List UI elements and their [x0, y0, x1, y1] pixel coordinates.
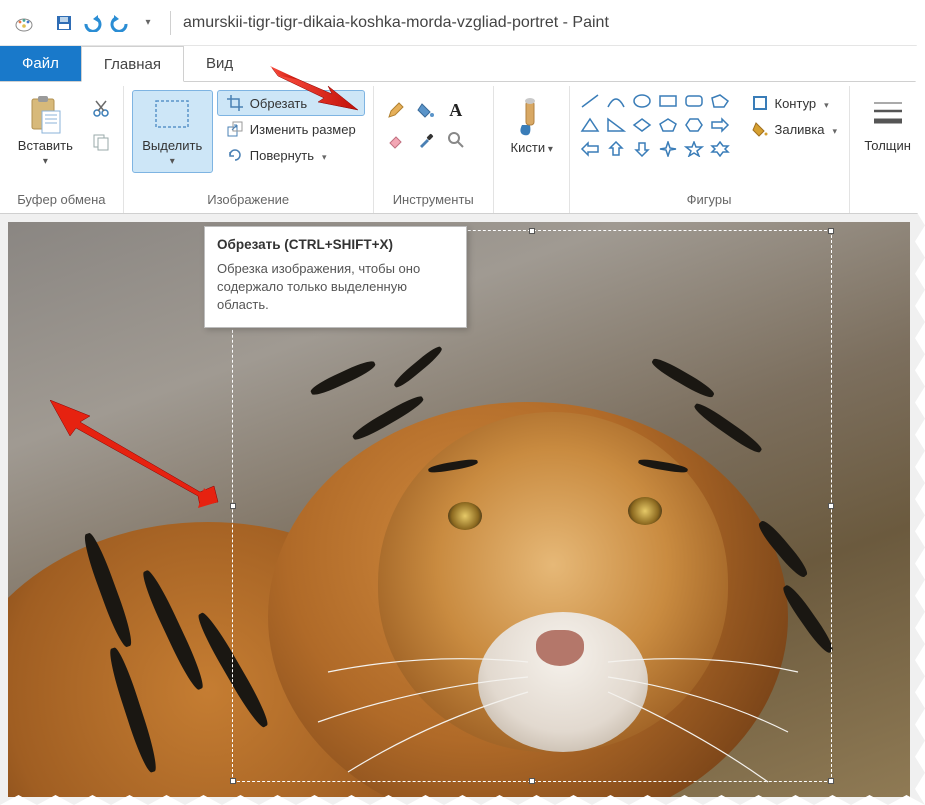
- fill-icon[interactable]: [412, 96, 440, 124]
- cut-icon[interactable]: [87, 94, 115, 122]
- brushes-group-label: [502, 190, 561, 211]
- shape-pentagon-icon[interactable]: [656, 114, 680, 136]
- shape-rtriangle-icon[interactable]: [604, 114, 628, 136]
- undo-icon[interactable]: [82, 13, 102, 33]
- selection-handle[interactable]: [230, 778, 236, 784]
- shape-polygon-icon[interactable]: [708, 90, 732, 112]
- text-icon[interactable]: A: [442, 96, 470, 124]
- fillshape-icon: [751, 120, 769, 138]
- image-group-label: Изображение: [132, 190, 365, 211]
- selection-handle[interactable]: [828, 503, 834, 509]
- shape-arrowd-icon[interactable]: [630, 138, 654, 160]
- paste-label: Вставить: [15, 139, 76, 168]
- shape-line-icon[interactable]: [578, 90, 602, 112]
- tooltip: Обрезать (CTRL+SHIFT+X) Обрезка изображе…: [204, 226, 467, 328]
- selection-handle[interactable]: [529, 228, 535, 234]
- shape-star4-icon[interactable]: [656, 138, 680, 160]
- group-brushes: Кисти: [494, 86, 570, 213]
- divider: [170, 11, 171, 35]
- shape-star5-icon[interactable]: [682, 138, 706, 160]
- rotate-button[interactable]: Повернуть: [217, 142, 365, 168]
- shape-rect-icon[interactable]: [656, 90, 680, 112]
- eraser-icon[interactable]: [382, 126, 410, 154]
- shapes-gallery[interactable]: [578, 90, 732, 160]
- title-bar: ▾ amurskii-tigr-tigr-dikaia-koshka-morda…: [0, 0, 925, 46]
- save-icon[interactable]: [54, 13, 74, 33]
- qat-customize-icon[interactable]: ▾: [138, 13, 158, 33]
- rotate-icon: [226, 146, 244, 164]
- shape-diamond-icon[interactable]: [630, 114, 654, 136]
- select-button[interactable]: Выделить: [132, 90, 213, 173]
- shapes-group-label: Фигуры: [578, 190, 841, 211]
- select-label: Выделить: [139, 139, 206, 168]
- tab-file[interactable]: Файл: [0, 46, 81, 81]
- outline-button[interactable]: Контур: [742, 90, 847, 116]
- paste-button[interactable]: Вставить: [8, 90, 83, 173]
- thickness-button[interactable]: Толщин: [858, 90, 918, 158]
- shape-oval-icon[interactable]: [630, 90, 654, 112]
- selection-handle[interactable]: [529, 778, 535, 784]
- copy-icon[interactable]: [87, 128, 115, 156]
- tooltip-title: Обрезать (CTRL+SHIFT+X): [217, 237, 454, 252]
- group-shapes: Контур Заливка Фигуры: [570, 86, 850, 213]
- annotation-arrow-selection: [50, 400, 220, 510]
- selection-handle[interactable]: [828, 778, 834, 784]
- picker-icon[interactable]: [412, 126, 440, 154]
- group-thickness: Толщин: [850, 86, 925, 213]
- ribbon: Вставить Буфер обмена Выделить Обрезать: [0, 82, 925, 214]
- shape-roundrect-icon[interactable]: [682, 90, 706, 112]
- shape-hexagon-icon[interactable]: [682, 114, 706, 136]
- outline-icon: [751, 94, 769, 112]
- selection-handle[interactable]: [230, 503, 236, 509]
- magnifier-icon[interactable]: [442, 126, 470, 154]
- brushes-button[interactable]: Кисти: [502, 90, 562, 160]
- shape-arrowl-icon[interactable]: [578, 138, 602, 160]
- fill-button[interactable]: Заливка: [742, 116, 847, 142]
- shape-triangle-icon[interactable]: [578, 114, 602, 136]
- shape-star6-icon[interactable]: [708, 138, 732, 160]
- outline-label: Контур: [775, 96, 817, 111]
- tooltip-body: Обрезка изображения, чтобы оно содержало…: [217, 260, 454, 315]
- app-icon: [14, 13, 34, 33]
- shape-arrowu-icon[interactable]: [604, 138, 628, 160]
- thickness-label: Толщин: [864, 139, 911, 153]
- crop-icon: [226, 94, 244, 112]
- tools-group-label: Инструменты: [382, 190, 485, 211]
- shape-arrowr-icon[interactable]: [708, 114, 732, 136]
- clipboard-group-label: Буфер обмена: [8, 190, 115, 211]
- redo-icon[interactable]: [110, 13, 130, 33]
- shape-curve-icon[interactable]: [604, 90, 628, 112]
- tab-view[interactable]: Вид: [184, 46, 255, 81]
- group-clipboard: Вставить Буфер обмена: [0, 86, 124, 213]
- window-title: amurskii-tigr-tigr-dikaia-koshka-morda-v…: [183, 14, 609, 32]
- pencil-icon[interactable]: [382, 96, 410, 124]
- tab-home[interactable]: Главная: [81, 46, 184, 82]
- brushes-label: Кисти: [511, 141, 553, 155]
- group-tools: A Инструменты: [374, 86, 494, 213]
- fill-label: Заливка: [775, 122, 825, 137]
- annotation-arrow-crop: [270, 66, 360, 120]
- selection-handle[interactable]: [828, 228, 834, 234]
- resize-icon: [226, 120, 244, 138]
- resize-label: Изменить размер: [250, 122, 356, 137]
- rotate-label: Повернуть: [250, 148, 314, 163]
- tab-row: Файл Главная Вид: [0, 46, 925, 82]
